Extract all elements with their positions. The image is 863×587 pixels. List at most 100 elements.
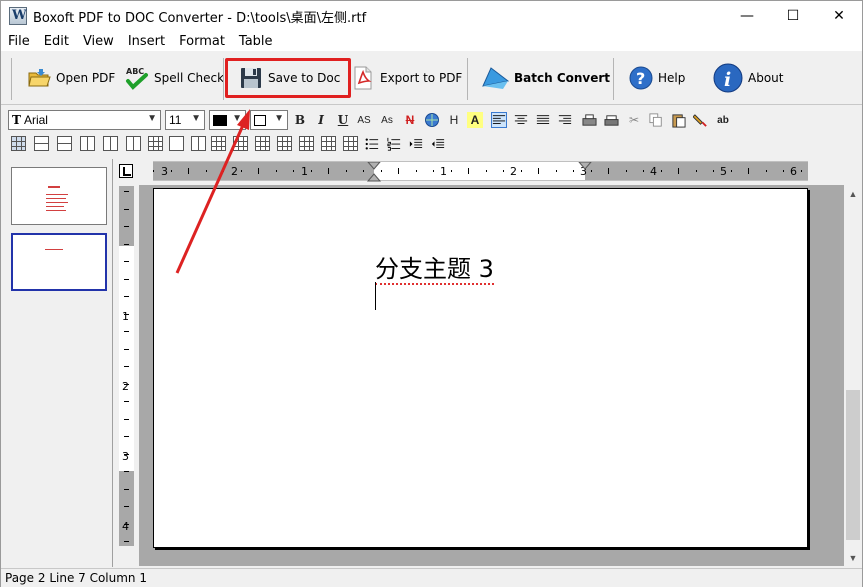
outer-borders-icon[interactable] xyxy=(233,136,248,151)
ruler-number: 4 xyxy=(122,520,129,533)
app-window: Boxoft PDF to DOC Converter - D:\tools\桌… xyxy=(0,0,863,587)
menu-format[interactable]: Format xyxy=(172,34,232,49)
spell-check-label: Spell Check xyxy=(154,71,225,85)
open-pdf-button[interactable]: Open PDF xyxy=(27,62,115,94)
outdent-icon[interactable] xyxy=(430,136,446,152)
about-button[interactable]: i About xyxy=(713,62,783,94)
ruler-margin-bottom xyxy=(119,471,134,546)
menu-edit[interactable]: Edit xyxy=(37,34,76,49)
main-toolbar: Open PDF ABC Spell Check Save to Doc Exp… xyxy=(1,52,862,105)
scroll-down-icon[interactable]: ▼ xyxy=(844,549,862,566)
font-size-select[interactable]: 11 ▼ xyxy=(165,110,205,130)
insert-column-left-icon[interactable] xyxy=(80,136,95,151)
thumbnail-text-line xyxy=(46,210,66,211)
document-text[interactable]: 分支主题 3 xyxy=(375,249,494,285)
document-page[interactable] xyxy=(153,188,808,548)
underline-button[interactable]: U xyxy=(335,112,351,128)
insert-column-right-icon[interactable] xyxy=(103,136,118,151)
all-borders-icon[interactable] xyxy=(277,136,292,151)
tab-stop-selector[interactable] xyxy=(119,164,133,178)
status-text: Page 2 Line 7 Column 1 xyxy=(5,571,147,585)
format-painter-icon[interactable] xyxy=(692,112,708,128)
scrollbar-thumb[interactable] xyxy=(846,390,860,540)
menu-view[interactable]: View xyxy=(76,34,121,49)
ruler-margin-left xyxy=(153,162,374,180)
ruler-tick xyxy=(124,331,129,332)
page-thumbnail-2[interactable] xyxy=(11,233,107,291)
inner-borders-icon[interactable] xyxy=(255,136,270,151)
find-replace-icon[interactable]: ab xyxy=(715,112,731,128)
globe-link-icon[interactable] xyxy=(424,112,440,128)
right-indent-marker[interactable] xyxy=(578,162,592,182)
cell-borders-icon[interactable] xyxy=(211,136,226,151)
ruler-tick xyxy=(590,170,592,172)
menu-table[interactable]: Table xyxy=(232,34,280,49)
bottom-border-icon[interactable] xyxy=(343,136,358,151)
italic-button[interactable]: I xyxy=(313,112,329,128)
no-borders-icon[interactable] xyxy=(299,136,314,151)
ruler-tick xyxy=(555,170,557,172)
insert-row-below-icon[interactable] xyxy=(57,136,72,151)
table-grid-icon[interactable] xyxy=(148,136,163,151)
ruler-tick xyxy=(415,170,417,172)
font-color-select[interactable]: ▼ xyxy=(209,110,246,130)
minimize-button[interactable]: — xyxy=(724,1,770,31)
merge-cells-icon[interactable] xyxy=(169,136,184,151)
align-justify-icon[interactable] xyxy=(535,112,551,128)
ruler-tick xyxy=(730,170,732,172)
bold-button[interactable]: B xyxy=(292,112,308,128)
top-border-icon[interactable] xyxy=(321,136,336,151)
thumbnail-text-line xyxy=(46,198,66,199)
page-thumbnail-1[interactable] xyxy=(11,167,107,225)
align-left-icon[interactable] xyxy=(491,112,507,128)
ruler-tick xyxy=(765,170,767,172)
insert-row-above-icon[interactable] xyxy=(34,136,49,151)
paste-icon[interactable] xyxy=(670,112,686,128)
numbered-list-icon[interactable] xyxy=(386,136,402,152)
highlight-color-icon[interactable]: A xyxy=(467,112,483,128)
close-button[interactable]: ✕ xyxy=(816,1,862,31)
print-preview-icon[interactable] xyxy=(603,112,619,128)
print-icon[interactable] xyxy=(581,112,597,128)
export-to-pdf-button[interactable]: Export to PDF xyxy=(351,62,462,94)
menu-insert[interactable]: Insert xyxy=(121,34,172,49)
copy-icon[interactable] xyxy=(648,112,664,128)
menu-file[interactable]: File xyxy=(1,34,37,49)
help-button[interactable]: ? Help xyxy=(629,62,685,94)
ruler-tick xyxy=(748,168,749,174)
cut-icon[interactable]: ✂ xyxy=(626,112,642,128)
highlight-h-button[interactable]: H xyxy=(446,112,462,128)
superscript-button[interactable]: AS xyxy=(356,112,372,128)
vertical-scrollbar[interactable]: ▲ ▼ xyxy=(844,185,862,566)
text-caret xyxy=(375,282,376,310)
border-style-select[interactable]: ▼ xyxy=(250,110,288,130)
align-center-icon[interactable] xyxy=(513,112,529,128)
first-line-indent-marker[interactable] xyxy=(367,162,381,182)
chevron-down-icon: ▼ xyxy=(232,113,242,124)
align-right-icon[interactable] xyxy=(557,112,573,128)
toolbar-separator xyxy=(467,58,468,100)
maximize-button[interactable]: ☐ xyxy=(770,1,816,31)
ruler-tick xyxy=(538,168,539,174)
delete-column-icon[interactable] xyxy=(126,136,141,151)
split-cells-icon[interactable] xyxy=(191,136,206,151)
spell-check-button[interactable]: ABC Spell Check xyxy=(125,62,224,94)
toolbar-grip xyxy=(11,58,12,100)
chevron-down-icon: ▼ xyxy=(274,113,284,124)
indent-icon[interactable] xyxy=(408,136,424,152)
insert-table-icon[interactable] xyxy=(11,136,26,151)
window-controls: — ☐ ✕ xyxy=(724,1,862,31)
subscript-button[interactable]: As xyxy=(379,112,395,128)
scroll-up-icon[interactable]: ▲ xyxy=(844,185,862,202)
strikethrough-button[interactable]: N xyxy=(402,112,418,128)
ruler-tick xyxy=(520,170,522,172)
thumbnail-text-line xyxy=(46,206,64,207)
vertical-ruler: 1 2 3 4 xyxy=(119,186,134,546)
ruler-margin-right xyxy=(585,162,808,180)
ruler-tick xyxy=(713,170,714,172)
ruler-tick xyxy=(363,170,364,172)
font-name-select[interactable]: T Arial ▼ xyxy=(8,110,161,130)
ruler-tick xyxy=(573,170,574,172)
batch-convert-button[interactable]: Batch Convert xyxy=(481,62,610,94)
bullet-list-icon[interactable] xyxy=(364,136,380,152)
